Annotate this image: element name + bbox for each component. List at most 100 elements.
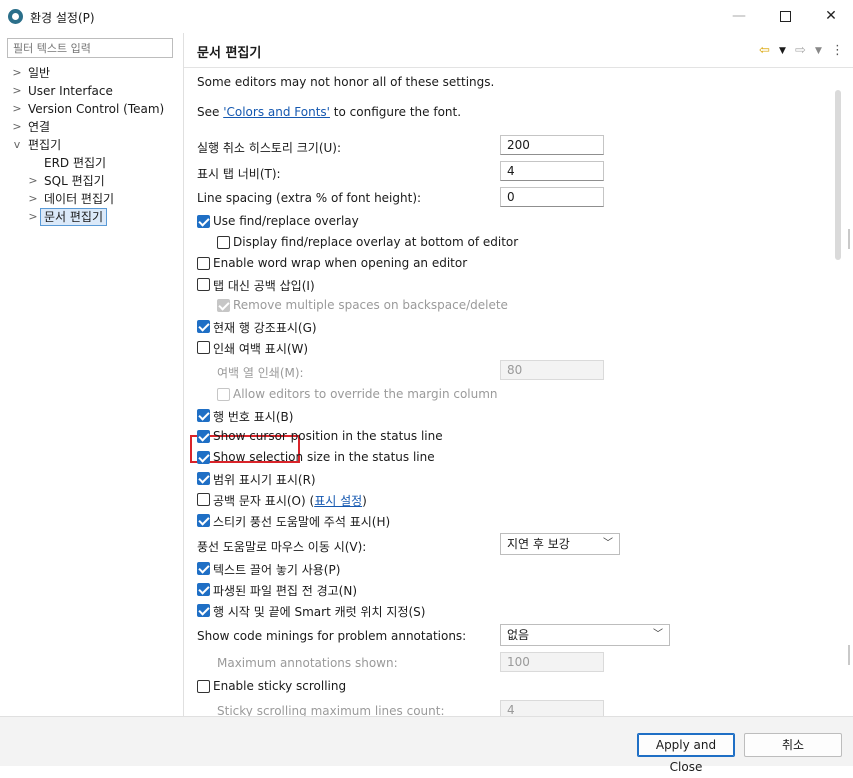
undo-history-input[interactable]: 200 bbox=[500, 135, 604, 155]
allow-override-label: Allow editors to override the margin col… bbox=[233, 387, 498, 401]
selection-size-label: Show selection size in the status line bbox=[213, 450, 435, 464]
tree-item-label: User Interface bbox=[28, 84, 113, 98]
note-text: Some editors may not honor all of these … bbox=[197, 75, 495, 89]
derived-warn-label: 파생된 파일 편집 전 경고(N) bbox=[213, 584, 357, 598]
line-numbers-label: 행 번호 표시(B) bbox=[213, 410, 294, 424]
sticky-scroll-checkbox[interactable] bbox=[197, 680, 210, 693]
smart-caret-checkbox[interactable] bbox=[197, 604, 210, 617]
spaces-for-tabs-label: 탭 대신 공백 삽입(I) bbox=[213, 279, 315, 293]
back-icon[interactable]: ⇦ bbox=[759, 43, 770, 58]
drag-drop-label: 텍스트 끌어 놓기 사용(P) bbox=[213, 563, 341, 577]
chevron-right-icon[interactable]: > bbox=[26, 190, 40, 208]
tab-width-label: 표시 탭 너비(T): bbox=[197, 167, 281, 181]
window-title: 환경 설정(P) bbox=[30, 11, 95, 25]
see-line: See 'Colors and Fonts' to configure the … bbox=[197, 105, 461, 119]
chevron-down-icon: ﹀ bbox=[603, 538, 613, 549]
derived-warn-checkbox[interactable] bbox=[197, 583, 210, 596]
dialog-footer: Apply and Close 취소 bbox=[0, 716, 853, 774]
smart-caret-label: 행 시작 및 끝에 Smart 캐럿 위치 지정(S) bbox=[213, 605, 426, 619]
line-spacing-input[interactable]: 0 bbox=[500, 187, 604, 207]
highlight-line-checkbox[interactable] bbox=[197, 320, 210, 333]
sticky-scroll-label: Enable sticky scrolling bbox=[213, 679, 347, 693]
maximize-button[interactable] bbox=[762, 0, 808, 33]
selection-size-checkbox[interactable] bbox=[197, 451, 210, 464]
whitespace-line: 공백 문자 표시(O) (표시 설정) bbox=[213, 492, 367, 509]
page-title: 문서 편집기 bbox=[197, 46, 262, 61]
tab-width-input[interactable]: 4 bbox=[500, 161, 604, 181]
tree-item-label: 일반 bbox=[28, 66, 51, 80]
colors-fonts-link[interactable]: 'Colors and Fonts' bbox=[223, 105, 330, 119]
highlight-line-label: 현재 행 강조표시(G) bbox=[213, 321, 317, 335]
app-icon bbox=[8, 9, 23, 24]
view-menu-icon[interactable]: ⋮ bbox=[831, 43, 844, 58]
filter-input[interactable] bbox=[7, 38, 173, 58]
hover-mode-label: 풍선 도움말로 마우스 이동 시(V): bbox=[197, 540, 367, 554]
settings-content: Some editors may not honor all of these … bbox=[184, 68, 853, 716]
allow-override-checkbox[interactable] bbox=[217, 388, 230, 401]
chevron-right-icon[interactable]: > bbox=[10, 100, 24, 118]
cursor-position-checkbox[interactable] bbox=[197, 430, 210, 443]
word-wrap-checkbox[interactable] bbox=[197, 257, 210, 270]
findreplace-label: Use find/replace overlay bbox=[213, 214, 359, 228]
chevron-right-icon[interactable]: > bbox=[10, 118, 24, 136]
line-spacing-label: Line spacing (extra % of font height): bbox=[197, 191, 422, 205]
code-minings-label: Show code minings for problem annotation… bbox=[197, 629, 467, 643]
minimize-button[interactable]: — bbox=[716, 0, 762, 33]
cancel-button[interactable]: 취소 bbox=[744, 733, 842, 757]
page-nav: ⇦ ▼ ⇨ ▼ ⋮ bbox=[759, 43, 844, 59]
tree-item-label: SQL 편집기 bbox=[44, 174, 105, 188]
whitespace-label: 공백 문자 표시(O) ( bbox=[213, 494, 315, 508]
margin-column-label: 여백 열 인쇄(M): bbox=[217, 366, 304, 380]
remove-spaces-checkbox[interactable] bbox=[217, 299, 230, 312]
line-numbers-checkbox[interactable] bbox=[197, 409, 210, 422]
spaces-for-tabs-checkbox[interactable] bbox=[197, 278, 210, 291]
print-margin-checkbox[interactable] bbox=[197, 341, 210, 354]
findreplace-checkbox[interactable] bbox=[197, 215, 210, 228]
undo-history-label: 실행 취소 히스토리 크기(U): bbox=[197, 141, 342, 155]
remove-spaces-label: Remove multiple spaces on backspace/dele… bbox=[233, 298, 508, 312]
max-annotations-label: Maximum annotations shown: bbox=[217, 656, 398, 670]
cursor-position-label: Show cursor position in the status line bbox=[213, 429, 443, 443]
whitespace-settings-link[interactable]: 표시 설정 bbox=[314, 494, 362, 508]
sticky-max-input[interactable]: 4 bbox=[500, 700, 604, 716]
range-indicator-label: 범위 표시기 표시(R) bbox=[213, 473, 316, 487]
vertical-scrollbar-thumb[interactable] bbox=[835, 90, 841, 260]
sticky-max-label: Sticky scrolling maximum lines count: bbox=[217, 704, 445, 716]
code-minings-value: 없음 bbox=[507, 628, 530, 642]
word-wrap-label: Enable word wrap when opening an editor bbox=[213, 256, 468, 270]
max-annotations-input[interactable]: 100 bbox=[500, 652, 604, 672]
title-bar: 환경 설정(P) — ✕ bbox=[0, 0, 853, 33]
tree-item-label: ERD 편집기 bbox=[44, 156, 107, 170]
hover-mode-select[interactable]: 지연 후 보강 ﹀ bbox=[500, 533, 620, 555]
scroll-indicator bbox=[848, 645, 850, 665]
chevron-down-icon: ﹀ bbox=[653, 629, 663, 640]
whitespace-checkbox[interactable] bbox=[197, 493, 210, 506]
apply-and-close-button[interactable]: Apply and Close bbox=[637, 733, 735, 774]
scroll-indicator bbox=[848, 229, 850, 249]
preference-tree-pane: > 일반 > User Interface > Version Control … bbox=[0, 33, 184, 716]
sticky-hover-checkbox[interactable] bbox=[197, 514, 210, 527]
chevron-down-icon[interactable]: v bbox=[10, 136, 24, 154]
whitespace-label-end: ) bbox=[362, 494, 367, 508]
maximize-icon bbox=[779, 10, 791, 22]
range-indicator-checkbox[interactable] bbox=[197, 472, 210, 485]
see-prefix: See bbox=[197, 105, 224, 119]
see-suffix: to configure the font. bbox=[329, 105, 462, 119]
code-minings-select[interactable]: 없음 ﹀ bbox=[500, 624, 670, 646]
chevron-right-icon[interactable]: > bbox=[26, 172, 40, 190]
findreplace-bottom-checkbox[interactable] bbox=[217, 236, 230, 249]
chevron-right-icon[interactable]: > bbox=[10, 64, 24, 82]
margin-column-input[interactable]: 80 bbox=[500, 360, 604, 380]
print-margin-label: 인쇄 여백 표시(W) bbox=[213, 342, 309, 356]
back-dropdown-icon[interactable]: ▼ bbox=[779, 46, 786, 56]
chevron-right-icon[interactable]: > bbox=[26, 208, 40, 226]
forward-icon[interactable]: ⇨ bbox=[795, 43, 806, 58]
drag-drop-checkbox[interactable] bbox=[197, 562, 210, 575]
tree-item-label-selected: 문서 편집기 bbox=[40, 208, 108, 226]
tree-item-label: 연결 bbox=[28, 120, 51, 134]
forward-dropdown-icon[interactable]: ▼ bbox=[815, 46, 822, 56]
tree-item-label: 편집기 bbox=[28, 138, 62, 152]
chevron-right-icon[interactable]: > bbox=[10, 82, 24, 100]
close-button[interactable]: ✕ bbox=[808, 0, 853, 33]
tree-item-label: 데이터 편집기 bbox=[44, 192, 115, 206]
